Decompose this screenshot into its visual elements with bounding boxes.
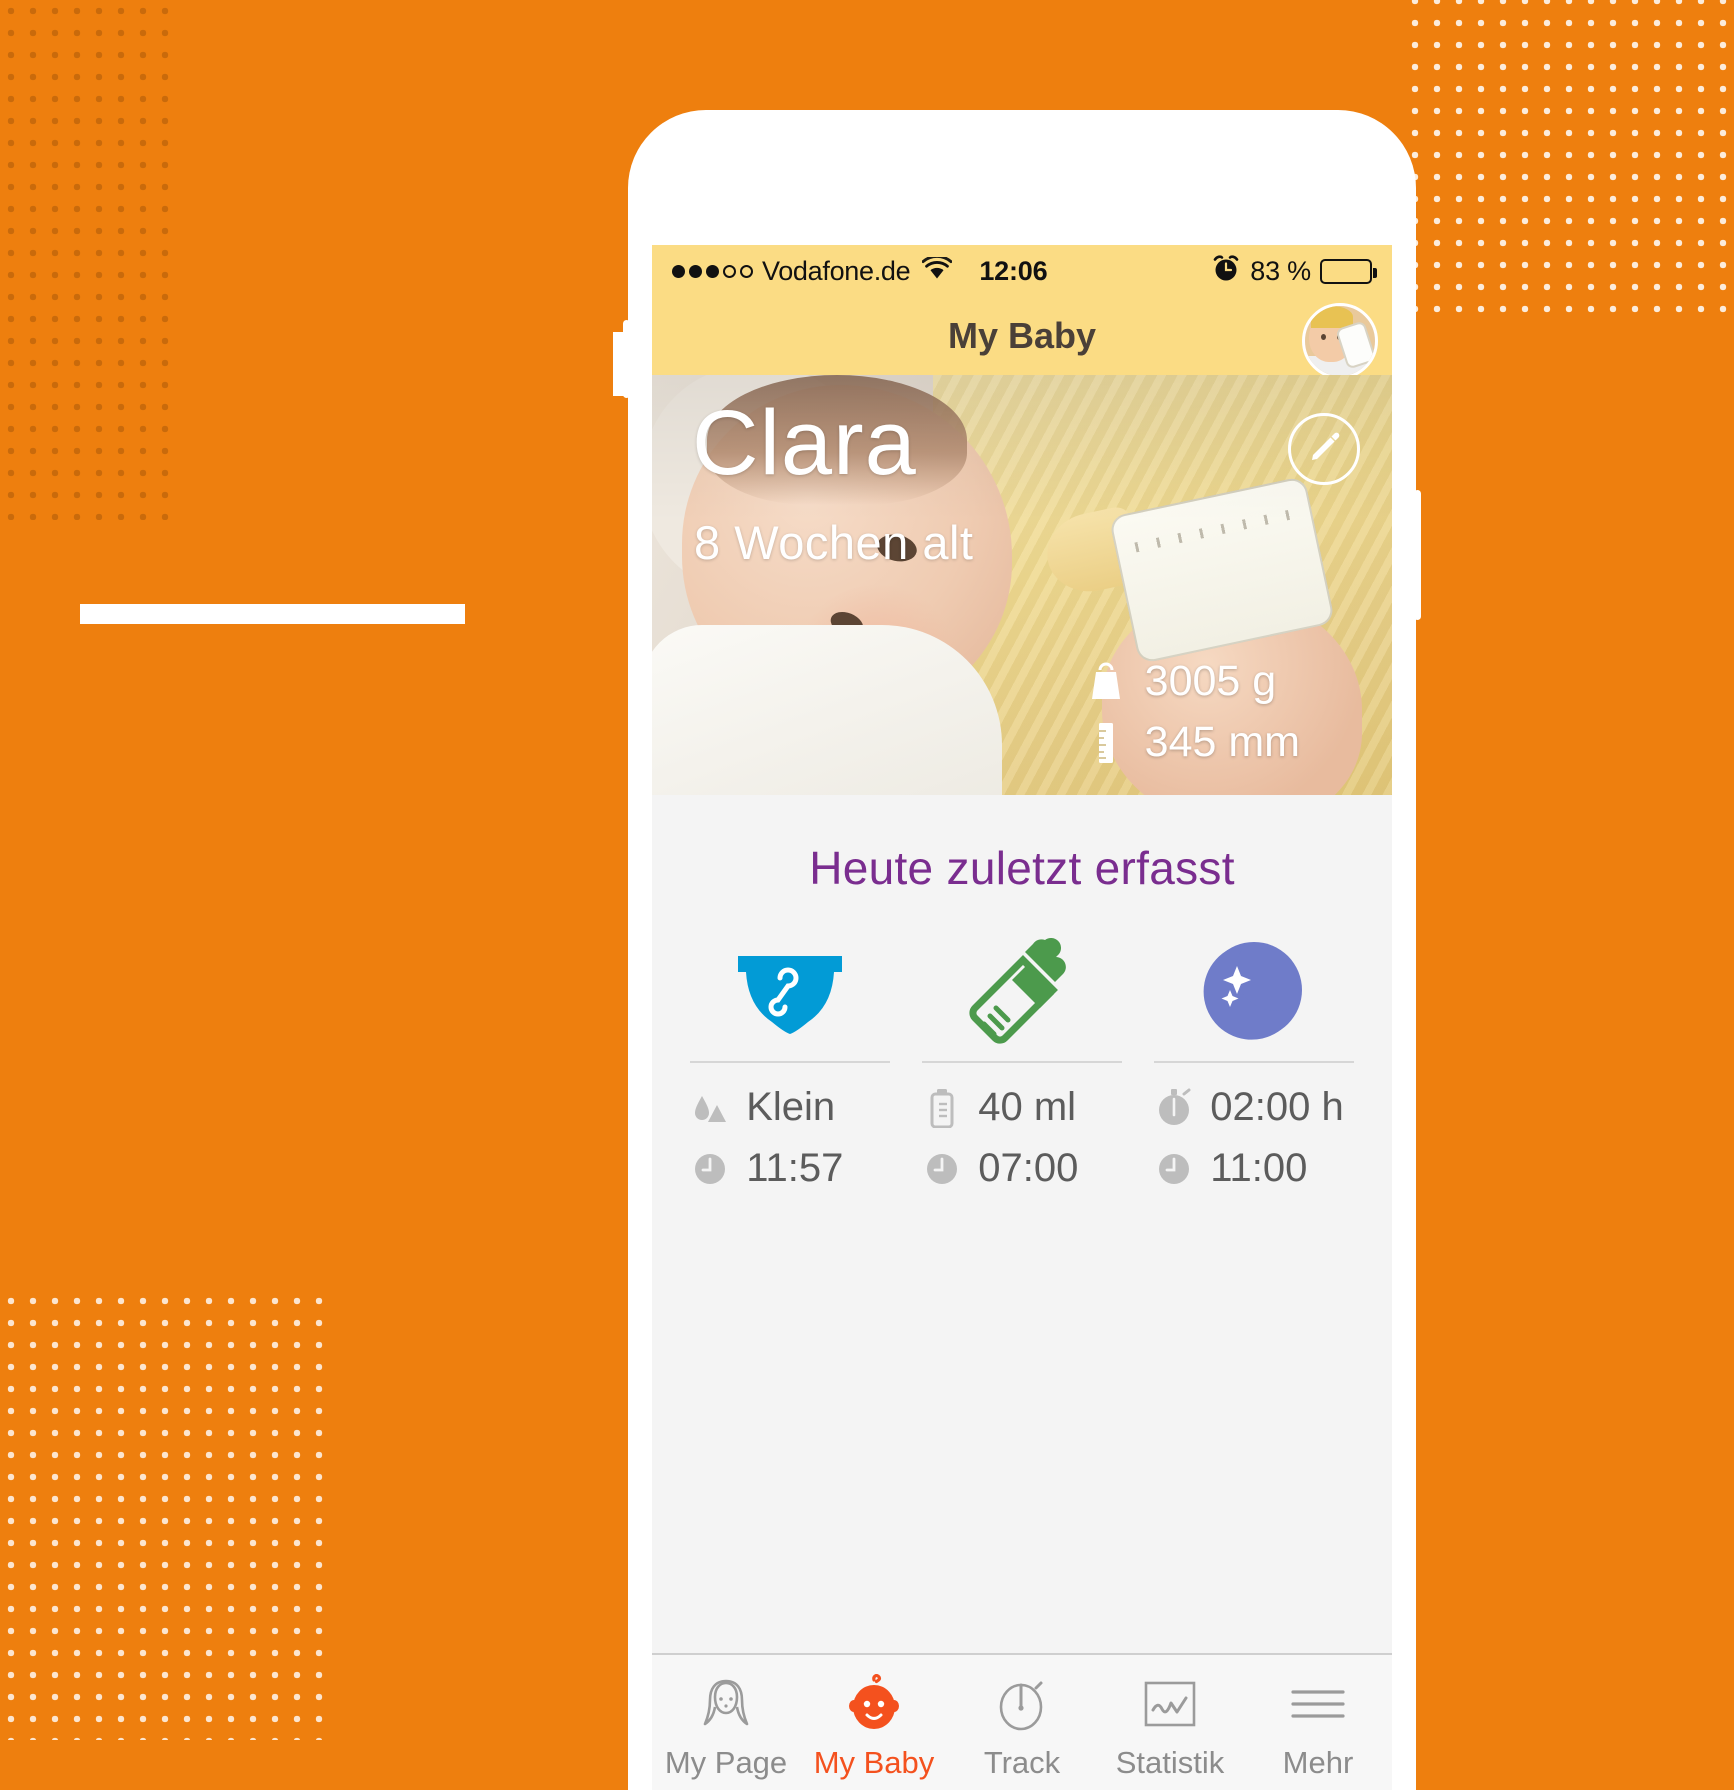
baby-bottle-icon xyxy=(966,935,1078,1045)
tile-divider xyxy=(922,1061,1122,1063)
baby-face-icon xyxy=(845,1673,903,1735)
decorative-dot-pattern-top-right xyxy=(1404,0,1734,320)
tab-label: Statistik xyxy=(1115,1745,1225,1780)
status-bar-left: Vodafone.de 12:06 xyxy=(672,254,1048,287)
tile-diaper[interactable]: Klein 11:57 xyxy=(674,935,906,1207)
decorative-dot-pattern-bottom-left xyxy=(0,1290,330,1740)
decorative-dot-pattern-middle-inner xyxy=(0,0,175,520)
baby-measurements: 3005 g 345 mm xyxy=(1085,657,1300,767)
hamburger-menu-icon xyxy=(1287,1673,1349,1735)
phone-screen: Vodafone.de 12:06 83 % My Baby Clara 8 W… xyxy=(652,245,1392,1790)
baby-name: Clara xyxy=(692,392,917,494)
height-stat: 345 mm xyxy=(1085,718,1300,767)
height-value: 345 mm xyxy=(1144,718,1300,766)
tab-track[interactable]: Track xyxy=(948,1655,1096,1790)
tile-divider xyxy=(1154,1061,1354,1063)
tile-line: 07:00 xyxy=(922,1146,1122,1191)
app-nav-bar: My Baby xyxy=(652,297,1392,379)
status-bar: Vodafone.de 12:06 83 % xyxy=(652,245,1392,297)
moon-sleep-icon xyxy=(1202,935,1306,1045)
clock-icon xyxy=(690,1149,730,1189)
stopwatch-icon xyxy=(1154,1088,1194,1128)
weight-stat: 3005 g xyxy=(1085,657,1300,706)
tab-my-page[interactable]: My Page xyxy=(652,1655,800,1790)
tile-line: 02:00 h xyxy=(1154,1085,1354,1130)
clock-icon xyxy=(922,1149,962,1189)
tile-line: 11:00 xyxy=(1154,1146,1354,1191)
avatar[interactable] xyxy=(1302,303,1378,379)
edit-profile-button[interactable] xyxy=(1288,413,1360,485)
tile-line: 11:57 xyxy=(690,1146,890,1191)
tile-line: 40 ml xyxy=(922,1085,1122,1130)
tab-label: My Baby xyxy=(813,1745,935,1780)
today-tiles: Klein 11:57 40 ml 07:00 02:00 h 11:00 xyxy=(652,935,1392,1207)
diaper-icon xyxy=(730,935,850,1045)
drop-size-icon xyxy=(690,1088,730,1128)
mother-profile-icon xyxy=(697,1673,755,1735)
weight-scale-icon xyxy=(1085,662,1127,702)
tab-label: My Page xyxy=(664,1745,788,1780)
tab-statistik[interactable]: Statistik xyxy=(1096,1655,1244,1790)
battery-icon xyxy=(1320,258,1377,284)
diaper-size-value: Klein xyxy=(746,1085,836,1129)
wifi-icon xyxy=(921,254,953,287)
tile-sleep[interactable]: 02:00 h 11:00 xyxy=(1138,935,1370,1207)
baby-hero-photo[interactable]: Clara 8 Wochen alt 3005 g 345 mm xyxy=(652,375,1392,795)
status-bar-right: 83 % xyxy=(1211,253,1377,290)
decorative-white-bar xyxy=(80,604,465,624)
diaper-time-value: 11:57 xyxy=(746,1146,844,1190)
tab-mehr[interactable]: Mehr xyxy=(1244,1655,1392,1790)
feeding-amount-value: 40 ml xyxy=(978,1085,1077,1129)
today-section-title: Heute zuletzt erfasst xyxy=(809,842,1235,894)
phone-power-button xyxy=(1414,490,1421,620)
clock-icon xyxy=(1154,1149,1194,1189)
stopwatch-icon xyxy=(994,1673,1050,1735)
tab-label: Mehr xyxy=(1282,1745,1354,1780)
phone-mockup: Vodafone.de 12:06 83 % My Baby Clara 8 W… xyxy=(623,110,1421,1790)
decorative-dot-pattern-middle xyxy=(0,0,175,520)
feeding-time-value: 07:00 xyxy=(978,1146,1079,1190)
baby-age: 8 Wochen alt xyxy=(694,516,974,569)
tile-line: Klein xyxy=(690,1085,890,1130)
decorative-quarter-mask xyxy=(0,1290,330,1740)
today-section: Heute zuletzt erfasst Klein 11:57 40 ml … xyxy=(652,795,1392,1207)
tile-feeding[interactable]: 40 ml 07:00 xyxy=(906,935,1138,1207)
sleep-duration-value: 02:00 h xyxy=(1210,1085,1344,1129)
bottom-tab-bar: My Page My Baby Track Statistik Mehr xyxy=(652,1653,1392,1790)
tab-label: Track xyxy=(983,1745,1061,1780)
alarm-clock-icon xyxy=(1211,253,1241,290)
bottle-amount-icon xyxy=(922,1088,962,1128)
tile-divider xyxy=(690,1061,890,1063)
battery-percent-label: 83 % xyxy=(1250,255,1311,286)
status-bar-time: 12:06 xyxy=(979,255,1048,286)
chart-line-icon xyxy=(1141,1673,1199,1735)
phone-volume-button xyxy=(623,320,630,398)
sleep-time-value: 11:00 xyxy=(1210,1146,1308,1190)
carrier-label: Vodafone.de xyxy=(762,255,911,286)
tab-my-baby[interactable]: My Baby xyxy=(800,1655,948,1790)
weight-value: 3005 g xyxy=(1144,657,1277,705)
page-title: My Baby xyxy=(947,315,1097,356)
pencil-edit-icon xyxy=(1306,429,1342,470)
signal-strength-icon xyxy=(672,264,753,278)
ruler-height-icon xyxy=(1085,722,1127,764)
